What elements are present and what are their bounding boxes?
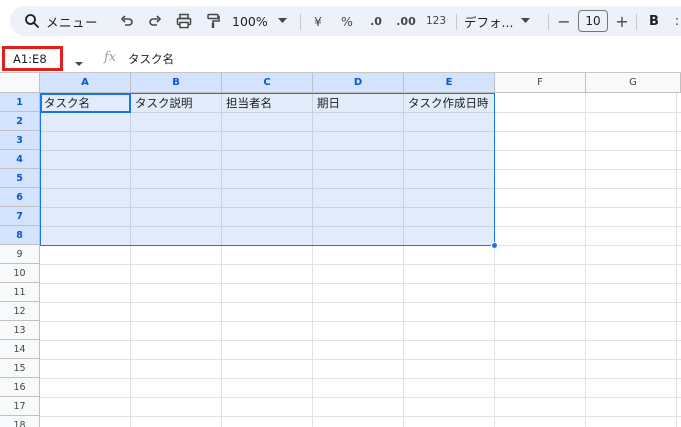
toolbar-divider: [456, 14, 457, 30]
row-header[interactable]: 14: [0, 340, 40, 359]
row-header[interactable]: 5: [0, 169, 40, 188]
increase-decimal-button[interactable]: .00: [393, 6, 419, 36]
more-options-button[interactable]: :: [672, 6, 681, 36]
gridline: [585, 93, 586, 427]
column-header-c[interactable]: C: [222, 73, 313, 93]
column-header-a[interactable]: A: [40, 73, 131, 93]
row-header[interactable]: 11: [0, 283, 40, 302]
bold-button[interactable]: B: [644, 6, 664, 36]
toolbar-divider: [548, 14, 549, 30]
row-header[interactable]: 10: [0, 264, 40, 283]
chevron-down-icon: [521, 18, 531, 24]
number-format-button[interactable]: 123: [424, 6, 448, 36]
select-all-corner[interactable]: [0, 73, 40, 93]
fill-handle[interactable]: [491, 242, 498, 249]
zoom-select[interactable]: 100%: [232, 6, 294, 36]
row-header[interactable]: 16: [0, 378, 40, 397]
column-header-g[interactable]: G: [586, 73, 681, 93]
column-header-e[interactable]: E: [404, 73, 495, 93]
percent-format-button[interactable]: %: [337, 6, 357, 36]
row-header[interactable]: 8: [0, 226, 40, 245]
increase-font-size-button[interactable]: +: [614, 6, 630, 36]
redo-icon: [148, 14, 162, 28]
zoom-value: 100%: [232, 13, 268, 29]
font-select[interactable]: デフォ...: [464, 6, 538, 36]
row-header[interactable]: 2: [0, 112, 40, 131]
column-header-d[interactable]: D: [313, 73, 404, 93]
print-button[interactable]: [172, 6, 196, 36]
menu-search-button[interactable]: メニュー: [24, 6, 110, 36]
decrease-decimal-button[interactable]: .0: [365, 6, 387, 36]
decrease-decimal-label: .0: [370, 14, 382, 28]
font-value: デフォ...: [464, 14, 514, 30]
toolbar-divider: [636, 14, 637, 30]
row-header[interactable]: 9: [0, 245, 40, 264]
chevron-down-icon: [277, 18, 287, 24]
cell-b1[interactable]: タスク説明: [131, 95, 222, 111]
undo-button[interactable]: [116, 6, 138, 36]
chevron-down-icon[interactable]: [74, 54, 84, 66]
paint-format-button[interactable]: [202, 6, 224, 36]
selection-range-border: [40, 93, 495, 246]
cell-d1[interactable]: 期日: [313, 95, 404, 111]
row-header[interactable]: 1: [0, 93, 40, 112]
row-header[interactable]: 12: [0, 302, 40, 321]
decrease-font-size-button[interactable]: −: [556, 6, 572, 36]
cell-c1[interactable]: 担当者名: [222, 95, 313, 111]
menu-search-label: メニュー: [46, 14, 99, 30]
currency-format-button[interactable]: ¥: [308, 6, 328, 36]
column-header-f[interactable]: F: [495, 73, 586, 93]
row-header[interactable]: 18: [0, 416, 40, 427]
row-header[interactable]: 4: [0, 150, 40, 169]
row-header[interactable]: 3: [0, 131, 40, 150]
toolbar: メニュー 100% ¥ % .0 .00 123 デフォ... − 10 + B…: [0, 0, 681, 42]
row-header[interactable]: 6: [0, 188, 40, 207]
undo-icon: [120, 14, 134, 28]
gridline: [676, 93, 677, 427]
row-header[interactable]: 15: [0, 359, 40, 378]
formula-bar: A1:E8 fx タスク名: [0, 44, 681, 72]
cell-e1[interactable]: タスク作成日時: [404, 95, 495, 111]
row-header[interactable]: 17: [0, 397, 40, 416]
print-icon: [176, 13, 192, 29]
redo-button[interactable]: [144, 6, 166, 36]
cell-a1[interactable]: タスク名: [40, 95, 131, 111]
column-header-b[interactable]: B: [131, 73, 222, 93]
increase-decimal-label: .00: [396, 14, 416, 28]
row-header[interactable]: 13: [0, 321, 40, 340]
formula-input[interactable]: タスク名: [128, 51, 174, 67]
paint-format-icon: [206, 13, 220, 29]
row-header[interactable]: 7: [0, 207, 40, 226]
font-size-input[interactable]: 10: [578, 10, 608, 32]
toolbar-divider: [300, 14, 301, 30]
fx-icon: fx: [104, 50, 117, 65]
search-icon: [24, 13, 40, 29]
name-box[interactable]: A1:E8: [2, 46, 63, 71]
